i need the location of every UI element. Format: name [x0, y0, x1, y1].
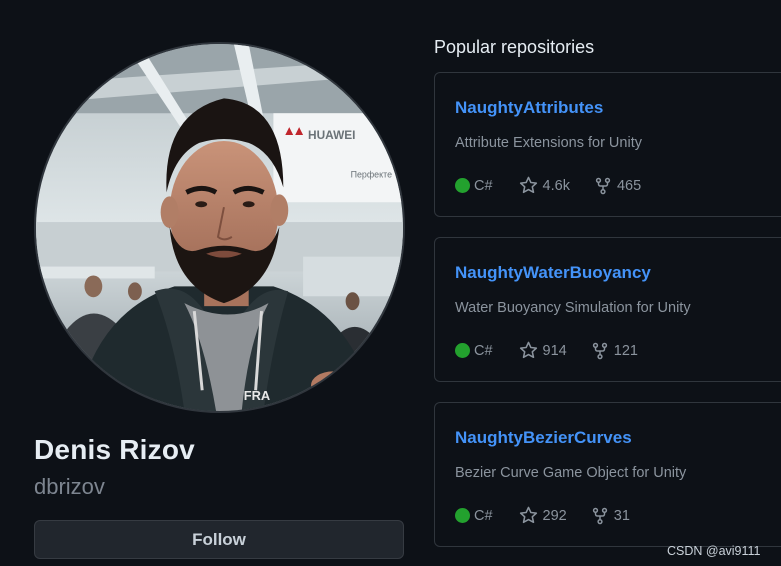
repo-description: Attribute Extensions for Unity: [455, 135, 642, 151]
popular-repositories-title: Popular repositories: [434, 37, 595, 57]
svg-text:Перфекте: Перфекте: [351, 170, 393, 180]
svg-text:FRA: FRA: [244, 388, 270, 403]
forks-link[interactable]: 465: [594, 177, 641, 195]
star-count: 4.6k: [542, 177, 570, 194]
repo-language: C#: [474, 342, 493, 359]
repo-meta: C# 4.6k 465: [455, 176, 665, 195]
fork-icon: [592, 507, 607, 524]
star-count: 914: [542, 342, 567, 359]
repo-card: NaughtyAttributes Attribute Extensions f…: [434, 72, 781, 217]
repo-meta: C# 292 31: [455, 506, 654, 525]
star-icon: [519, 506, 537, 524]
fork-count: 121: [613, 342, 638, 359]
fork-icon: [595, 177, 611, 194]
repo-name-link[interactable]: NaughtyBezierCurves: [455, 428, 632, 448]
follow-button[interactable]: Follow: [34, 520, 404, 559]
fork-count: 465: [616, 177, 642, 194]
profile-name: Denis Rizov: [34, 434, 195, 465]
svg-text:HU: HU: [382, 130, 403, 147]
star-icon: [519, 341, 537, 359]
profile-login: dbrizov: [34, 474, 105, 499]
repo-card: NaughtyWaterBuoyancy Water Buoyancy Simu…: [434, 237, 781, 382]
star-icon: [519, 176, 537, 194]
repo-card: NaughtyBezierCurves Bezier Curve Game Ob…: [434, 402, 781, 547]
repo-meta: C# 914 121: [455, 341, 662, 360]
forks-link[interactable]: 121: [591, 342, 638, 360]
star-count: 292: [542, 507, 567, 524]
repo-language: C#: [474, 507, 493, 524]
language-color-dot: [455, 343, 470, 358]
forks-link[interactable]: 31: [591, 507, 630, 525]
repo-name-link[interactable]: NaughtyWaterBuoyancy: [455, 263, 651, 283]
github-profile-page: HUAWEI HU Перфекте FRA Denis Rizov dbriz…: [0, 0, 781, 566]
repo-name-link[interactable]: NaughtyAttributes: [455, 98, 603, 118]
language-color-dot: [455, 178, 470, 193]
fork-count: 31: [613, 507, 630, 524]
stargazers-link[interactable]: 914: [519, 341, 567, 360]
svg-text:HUAWEI: HUAWEI: [308, 128, 355, 142]
repo-language: C#: [474, 177, 493, 194]
avatar-photo: HUAWEI HU Перфекте FRA: [36, 44, 403, 411]
repo-description: Bezier Curve Game Object for Unity: [455, 465, 687, 481]
repo-description: Water Buoyancy Simulation for Unity: [455, 300, 691, 316]
stargazers-link[interactable]: 4.6k: [519, 176, 570, 195]
fork-icon: [592, 342, 607, 359]
watermark-text: CSDN @avi9111: [667, 544, 761, 558]
stargazers-link[interactable]: 292: [519, 506, 567, 525]
language-color-dot: [455, 508, 470, 523]
avatar[interactable]: HUAWEI HU Перфекте FRA: [34, 42, 405, 413]
